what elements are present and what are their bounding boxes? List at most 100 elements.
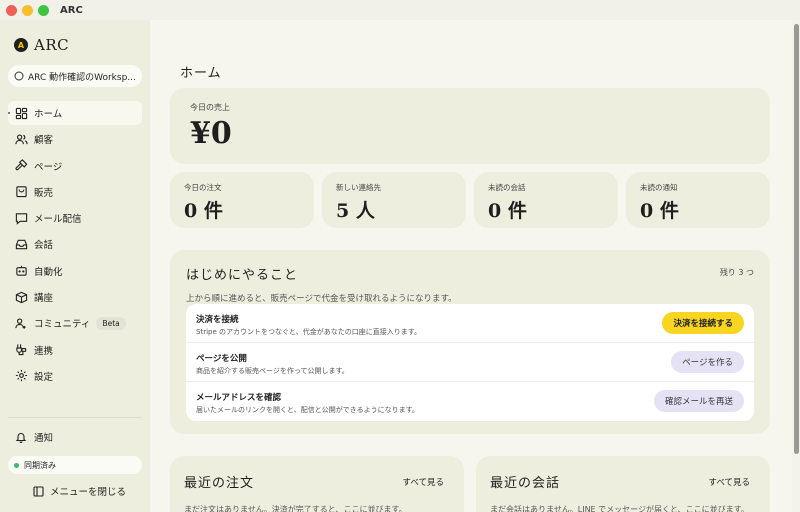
sidebar-item-integrations[interactable]: 連携 [8, 338, 142, 362]
sidebar-item-sales[interactable]: 販売 [8, 180, 142, 204]
sidebar-item-settings[interactable]: 設定 [8, 364, 142, 388]
integration-icon [15, 343, 28, 356]
sales-label: 今日の売上 [190, 103, 230, 112]
sidebar-item-label: 連携 [34, 345, 54, 357]
todo-description: Stripe のアカウントをつなぐと、代金があなたの口座に直接入ります。 [196, 328, 422, 336]
community-icon [15, 317, 28, 330]
workspace-name: ARC 動作確認のWorksp... [28, 72, 136, 83]
workspace-switcher[interactable]: ARC 動作確認のWorksp... [8, 65, 142, 87]
grid-icon [15, 107, 28, 120]
sidebar-item-community[interactable]: コミュニティ Beta [8, 311, 142, 335]
workspace-icon [14, 71, 24, 81]
recent-conversations-title: 最近の会話 [490, 476, 561, 491]
message-icon [15, 212, 28, 225]
sidebar-item-label: メール配信 [34, 214, 82, 226]
sales-card: 今日の売上 ¥0 [170, 88, 770, 164]
minimize-window-button[interactable] [22, 4, 33, 16]
recent-orders-card: 最近の注文 すべて見る まだ注文はありません。決済が完了すると、ここに並びます。 [170, 456, 464, 512]
recent-conversations-card: 最近の会話 すべて見る まだ会話はありません。LINE でメッセージが届くと、こ… [476, 456, 770, 512]
gear-icon [15, 369, 28, 382]
page-title: ホーム [180, 66, 222, 81]
close-menu-label: メニューを閉じる [50, 487, 127, 498]
main-scrollbar[interactable] [792, 20, 800, 512]
sidebar-item-pages[interactable]: ページ [8, 154, 142, 178]
sidebar-item-label: 販売 [34, 187, 54, 199]
resend-confirmation-button[interactable]: 確認メールを再送 [653, 390, 744, 412]
sidebar-divider [8, 417, 142, 418]
stat-label: 新しい連絡先 [336, 183, 381, 192]
stat-card-contacts: 新しい連絡先 5 人 [322, 172, 466, 228]
todo-title: 決済を接続 [196, 315, 239, 325]
todo-title: メールアドレスを確認 [196, 393, 282, 403]
view-all-orders-link[interactable]: すべて見る [402, 476, 444, 488]
todo-description: 届いたメールのリンクを開くと、配信と公開ができるようになります。 [196, 406, 419, 414]
bell-icon [15, 433, 27, 443]
getting-started-title: はじめにやること [186, 268, 299, 283]
close-menu-button[interactable]: メニューを閉じる [33, 484, 126, 498]
stat-card-notifications: 未読の通知 0 件 [626, 172, 770, 228]
todo-row-verify-email: メールアドレスを確認 届いたメールのリンクを開くと、配信と公開ができるようになり… [186, 382, 754, 421]
sidebar: A ARC ARC 動作確認のWorksp... ホーム 顧客 ページ 販売 メ… [0, 20, 150, 512]
todo-row-payment: 決済を接続 Stripe のアカウントをつなぐと、代金があなたの口座に直接入りま… [186, 304, 754, 343]
users-icon [15, 133, 28, 146]
shopping-bag-icon [15, 185, 28, 198]
brand[interactable]: A ARC [14, 36, 69, 54]
sidebar-item-label: コミュニティ [34, 319, 91, 331]
hammer-icon [15, 159, 28, 172]
beta-badge: Beta [96, 316, 126, 330]
sidebar-item-label: 会話 [34, 240, 54, 252]
sync-status-dot [14, 462, 19, 468]
brand-logo-icon: A [14, 38, 28, 52]
window-titlebar: ARC [0, 0, 800, 20]
active-indicator [8, 112, 10, 114]
sidebar-item-customers[interactable]: 顧客 [8, 127, 142, 151]
todo-row-publish-page: ページを公開 商品を紹介する販売ページを作って公開します。 ページを作る [186, 343, 754, 382]
stat-label: 未読の通知 [640, 183, 678, 192]
close-window-button[interactable] [6, 4, 17, 16]
stat-value: 0 件 [184, 200, 223, 222]
sync-status: 同期済み [8, 456, 142, 474]
inbox-icon [15, 238, 28, 251]
maximize-window-button[interactable] [38, 4, 49, 16]
brand-name: ARC [34, 36, 70, 54]
sidebar-item-label: ページ [34, 161, 63, 173]
scrollbar-thumb[interactable] [793, 24, 799, 454]
sync-status-label: 同期済み [24, 460, 56, 470]
sidebar-item-label: 設定 [34, 371, 54, 383]
todo-description: 商品を紹介する販売ページを作って公開します。 [196, 367, 349, 375]
bot-icon [15, 264, 28, 277]
sidebar-item-label: 自動化 [34, 266, 63, 278]
box-icon [15, 291, 28, 304]
create-page-button[interactable]: ページを作る [671, 351, 744, 373]
sidebar-item-email[interactable]: メール配信 [8, 206, 142, 230]
getting-started-description: 上から順に進めると、販売ページで代金を受け取れるようになります。 [186, 294, 457, 304]
sidebar-item-home[interactable]: ホーム [8, 101, 142, 125]
getting-started-card: はじめにやること 残り 3 つ 上から順に進めると、販売ページで代金を受け取れる… [170, 250, 770, 434]
notifications-label: 通知 [34, 433, 54, 444]
conversations-empty-message: まだ会話はありません。LINE でメッセージが届くと、ここに並びます。 [490, 505, 749, 512]
sidebar-item-courses[interactable]: 講座 [8, 285, 142, 309]
orders-empty-message: まだ注文はありません。決済が完了すると、ここに並びます。 [184, 505, 407, 512]
stat-card-conversations: 未読の会話 0 件 [474, 172, 618, 228]
sidebar-item-label: 講座 [34, 293, 54, 305]
view-all-conversations-link[interactable]: すべて見る [708, 476, 750, 488]
stat-card-orders: 今日の注文 0 件 [170, 172, 314, 228]
sidebar-toggle-icon [33, 485, 44, 497]
sales-value: ¥0 [190, 116, 232, 151]
todo-list: 決済を接続 Stripe のアカウントをつなぐと、代金があなたの口座に直接入りま… [186, 304, 754, 421]
stat-label: 今日の注文 [184, 183, 222, 192]
remaining-count: 残り 3 つ [719, 268, 754, 277]
sidebar-item-conversations[interactable]: 会話 [8, 232, 142, 256]
main-content: ホーム 今日の売上 ¥0 今日の注文 0 件 新しい連絡先 5 人 未読の会話 … [150, 20, 792, 512]
sidebar-nav: ホーム 顧客 ページ 販売 メール配信 会話 自動化 講座 コミュニティ Bet… [8, 101, 142, 390]
sidebar-item-label: ホーム [34, 109, 63, 120]
sidebar-item-automation[interactable]: 自動化 [8, 259, 142, 283]
stat-label: 未読の会話 [488, 183, 526, 192]
sidebar-item-notifications[interactable]: 通知 [15, 430, 53, 444]
stat-value: 0 件 [488, 200, 527, 222]
connect-payment-button[interactable]: 決済を接続する [662, 312, 744, 334]
stat-value: 5 人 [336, 200, 375, 222]
window-title: ARC [60, 4, 83, 16]
sidebar-item-label: 顧客 [34, 135, 54, 147]
recent-orders-title: 最近の注文 [184, 476, 255, 491]
